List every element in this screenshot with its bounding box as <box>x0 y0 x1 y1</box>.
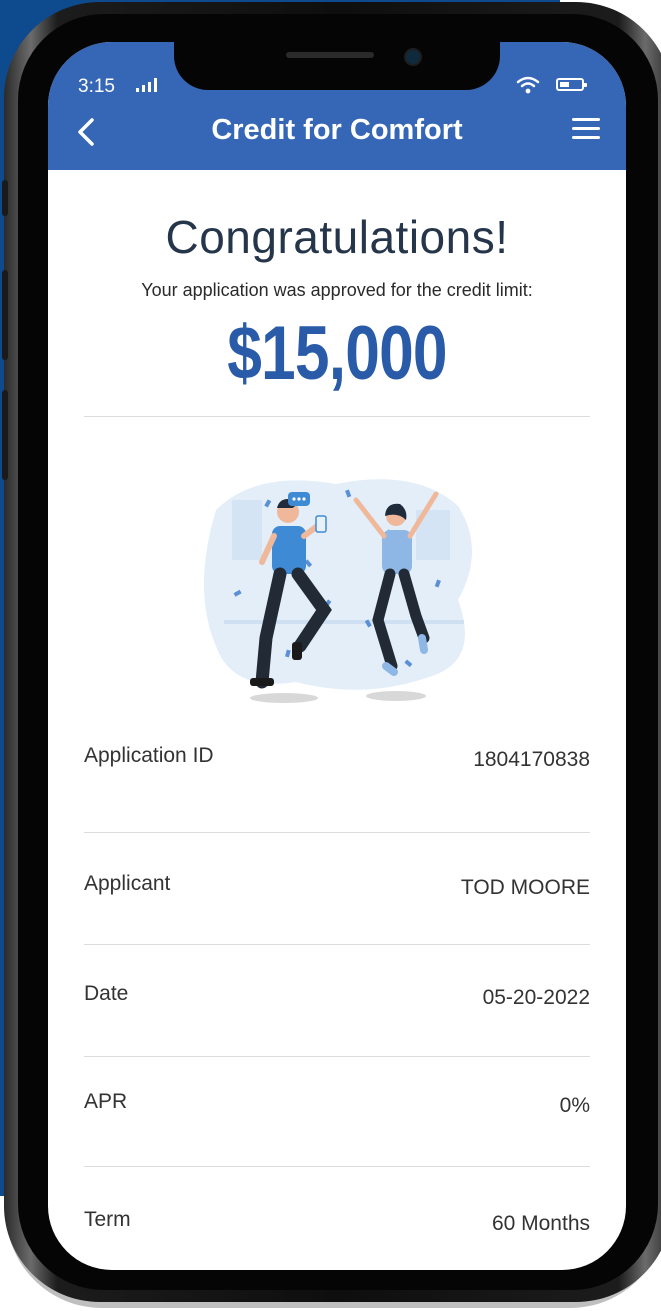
back-button[interactable] <box>70 112 106 152</box>
battery-icon <box>556 78 587 91</box>
row-divider <box>84 832 590 833</box>
detail-label: Applicant <box>84 872 171 895</box>
app-title: Credit for Comfort <box>211 114 463 146</box>
detail-value: 0% <box>559 1094 590 1117</box>
side-button-volume-down <box>2 390 8 480</box>
credit-limit-amount: $15,000 <box>227 311 447 396</box>
stage: 3:15 Credit for Comfort Congratulations!… <box>0 0 661 1311</box>
side-button-mute <box>2 180 8 216</box>
cellular-signal-icon <box>136 78 157 92</box>
detail-label: APR <box>84 1090 128 1113</box>
celebration-illustration <box>204 479 472 703</box>
side-button-volume-up <box>2 270 8 360</box>
notch <box>174 42 500 90</box>
congratulations-heading: Congratulations! <box>165 211 509 263</box>
approval-message: Your application was approved for the cr… <box>141 280 533 300</box>
app-bar: 3:15 Credit for Comfort <box>48 42 626 170</box>
detail-value: 60 Months <box>491 1212 590 1235</box>
phone-screen: 3:15 Credit for Comfort Congratulations!… <box>48 42 626 1270</box>
detail-value: TOD MOORE <box>460 876 590 899</box>
detail-row-term: Term 60 Months <box>84 1208 590 1248</box>
detail-row-applicant: Applicant TOD MOORE <box>84 872 590 912</box>
wifi-icon <box>516 76 540 94</box>
detail-label: Term <box>84 1208 131 1231</box>
detail-label: Date <box>84 982 129 1005</box>
divider-top <box>84 416 590 417</box>
row-divider <box>84 1166 590 1167</box>
detail-row-application-id: Application ID 1804170838 <box>84 744 590 784</box>
status-time: 3:15 <box>78 76 115 97</box>
detail-value: 05-20-2022 <box>482 986 590 1009</box>
detail-row-apr: APR 0% <box>84 1090 590 1130</box>
row-divider <box>84 944 590 945</box>
detail-value: 1804170838 <box>473 748 590 771</box>
hamburger-menu-icon[interactable] <box>572 118 600 142</box>
row-divider <box>84 1056 590 1057</box>
detail-label: Application ID <box>84 744 214 767</box>
detail-row-date: Date 05-20-2022 <box>84 982 590 1022</box>
front-camera <box>404 48 422 66</box>
speaker-grille <box>286 52 374 58</box>
